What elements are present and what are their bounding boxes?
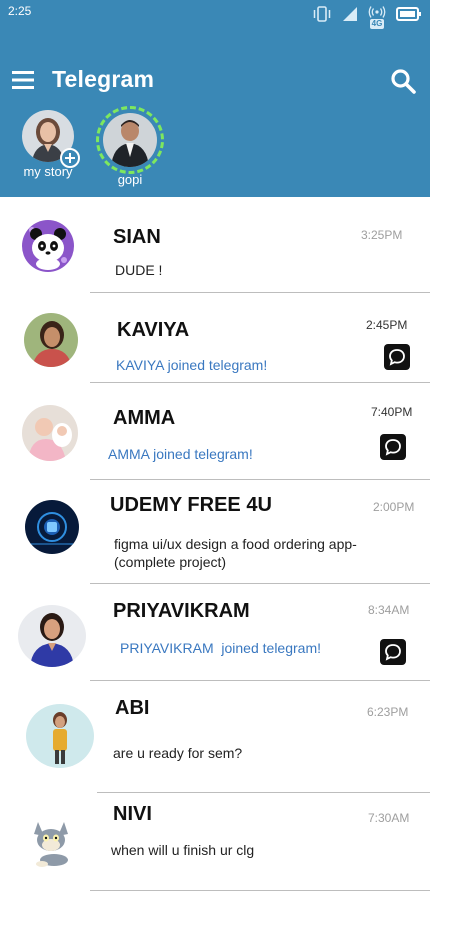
panda-avatar <box>22 220 74 272</box>
chat-divider <box>90 680 430 681</box>
chat-name: AMMA <box>113 407 176 429</box>
status-bar: 2:25 4G <box>0 0 430 32</box>
chat-item-priyavikram[interactable]: PRIYAVIKRAM 8:34AM PRIYAVIKRAM joined te… <box>0 585 430 682</box>
chat-last-message: when will u finish ur clg <box>111 842 255 858</box>
chat-bubble-icon <box>380 434 406 460</box>
chat-name: ABI <box>115 697 150 719</box>
vibrate-icon <box>312 6 332 22</box>
chat-divider <box>90 583 430 584</box>
chat-name: NIVI <box>113 803 152 825</box>
udemy-avatar <box>25 500 79 554</box>
chat-divider <box>97 792 430 793</box>
story-my-story[interactable]: my story <box>8 108 88 179</box>
chat-time: 7:30AM <box>368 811 410 825</box>
chat-name: KAVIYA <box>117 319 190 341</box>
chat-time: 2:00PM <box>373 500 415 514</box>
chat-last-message: figma ui/ux design a food ordering app-(… <box>114 536 357 570</box>
battery-icon <box>396 6 422 22</box>
chat-bubble-icon <box>384 344 410 370</box>
my-story-avatar <box>22 110 80 168</box>
kaviya-avatar <box>24 313 78 367</box>
status-time: 2:25 <box>8 4 32 18</box>
search-icon[interactable] <box>390 68 416 94</box>
amma-avatar <box>22 405 78 461</box>
cell-signal-icon <box>342 6 358 22</box>
chat-item-nivi[interactable]: NIVI 7:30AM when will u finish ur clg <box>0 794 430 892</box>
chat-item-abi[interactable]: ABI 6:23PM are u ready for sem? <box>0 682 430 794</box>
chat-last-message: are u ready for sem? <box>113 745 243 761</box>
chat-item-sian[interactable]: SIAN 3:25PM DUDE ! <box>0 197 430 294</box>
chat-time: 2:45PM <box>366 318 408 332</box>
chat-divider <box>90 292 430 293</box>
chat-last-message: AMMA joined telegram! <box>108 446 253 462</box>
story-unseen-ring <box>96 106 164 174</box>
chat-time: 3:25PM <box>361 228 403 242</box>
story-gopi[interactable]: gopi <box>90 106 170 187</box>
chat-name: PRIYAVIKRAM <box>113 600 250 622</box>
status-icons: 4G <box>312 6 422 36</box>
priyavikram-avatar <box>18 605 86 667</box>
chat-last-message: KAVIYA joined telegram! <box>116 357 268 373</box>
chat-name: UDEMY FREE 4U <box>110 494 272 516</box>
tom-cat-avatar <box>24 814 80 870</box>
chat-divider <box>90 479 430 480</box>
chat-time: 7:40PM <box>371 405 413 419</box>
add-story-icon[interactable] <box>60 148 80 168</box>
chat-last-message: DUDE ! <box>115 262 163 278</box>
chat-item-amma[interactable]: AMMA 7:40PM AMMA joined telegram! <box>0 384 430 481</box>
telegram-app: 2:25 4G Telegram my story gopi SIAN 3:25… <box>0 0 430 932</box>
chat-divider <box>90 382 430 383</box>
chat-bubble-icon <box>380 639 406 665</box>
chat-name: SIAN <box>113 226 161 248</box>
gopi-story-avatar <box>103 113 157 167</box>
network-4g-icon: 4G <box>368 6 386 29</box>
chat-item-udemy-free-4u[interactable]: UDEMY FREE 4U 2:00PM figma ui/ux design … <box>0 481 430 585</box>
chat-last-message: PRIYAVIKRAM joined telegram! <box>120 640 322 656</box>
network-4g-label: 4G <box>369 19 385 29</box>
app-header: 2:25 4G Telegram my story gopi <box>0 0 430 197</box>
story-label: gopi <box>117 172 143 187</box>
chat-divider <box>90 890 430 891</box>
chat-time: 6:23PM <box>367 705 409 719</box>
story-label: my story <box>23 164 73 179</box>
chat-item-kaviya[interactable]: KAVIYA 2:45PM KAVIYA joined telegram! <box>0 294 430 384</box>
hamburger-menu-icon[interactable] <box>12 70 34 90</box>
chat-time: 8:34AM <box>368 603 410 617</box>
abi-avatar <box>26 704 94 768</box>
app-title: Telegram <box>52 66 155 92</box>
